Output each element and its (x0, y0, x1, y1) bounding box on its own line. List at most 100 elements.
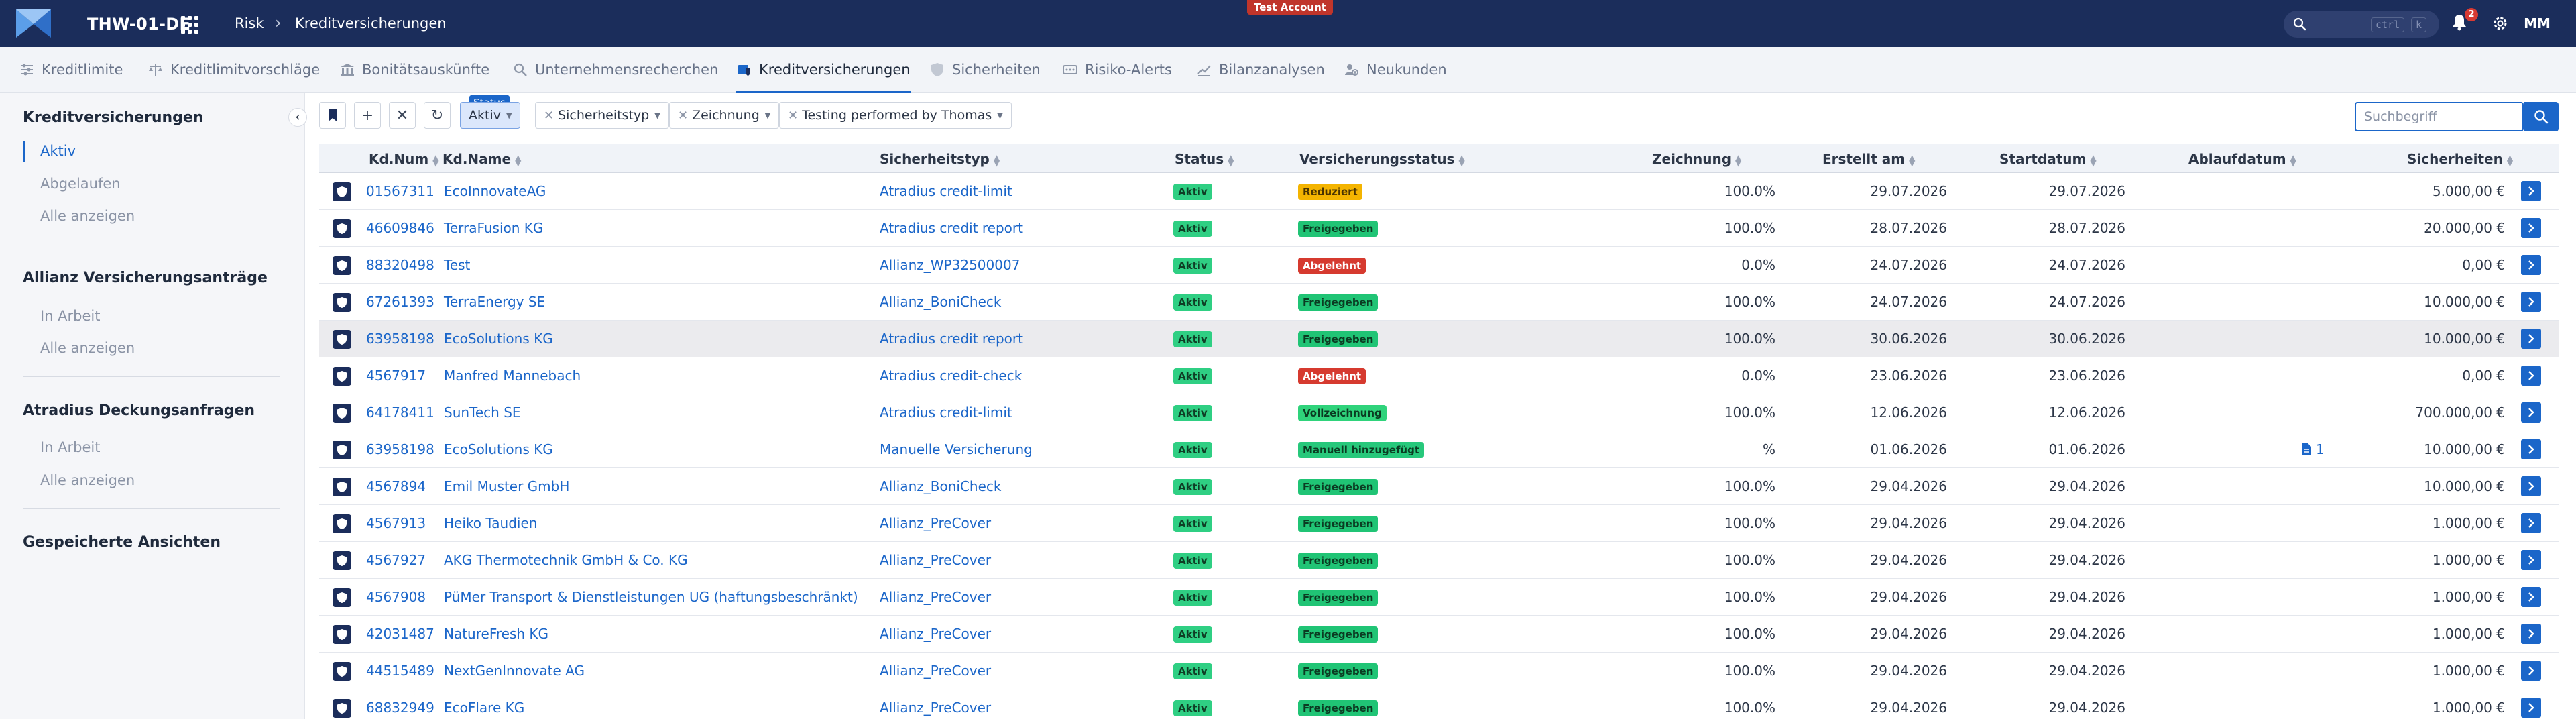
shield-icon[interactable] (333, 699, 351, 718)
open-detail-button[interactable] (2521, 402, 2541, 423)
sort-icon[interactable]: ▲ ▼ (2507, 154, 2513, 167)
app-logo-icon[interactable] (15, 8, 52, 39)
customer-name-link[interactable]: EcoFlare KG (444, 700, 524, 716)
shield-icon[interactable] (333, 219, 351, 238)
open-detail-button[interactable] (2521, 439, 2541, 459)
customer-number-link[interactable]: 4567917 (366, 368, 426, 384)
table-row[interactable]: 4567894 Emil Muster GmbH Allianz_BoniCheck… (319, 468, 2559, 505)
shield-icon[interactable] (333, 625, 351, 644)
table-row[interactable]: 64178411 SunTech SE Atradius credit-limit A… (319, 394, 2559, 431)
customer-number-link[interactable]: 63958198 (366, 441, 434, 457)
open-detail-button[interactable] (2521, 218, 2541, 238)
bookmark-button[interactable] (319, 102, 346, 129)
customer-number-link[interactable]: 63958198 (366, 331, 434, 347)
sidebar-item-alle-anzeigen[interactable]: Alle anzeigen (40, 472, 135, 488)
search-button[interactable] (2524, 102, 2559, 131)
sidebar-item-in-arbeit[interactable]: In Arbeit (40, 308, 101, 324)
sort-icon[interactable]: ▲ ▼ (1458, 154, 1464, 167)
customer-number-link[interactable]: 44515489 (366, 663, 434, 679)
shield-icon[interactable] (333, 551, 351, 570)
tab-sicherheiten[interactable]: Sicherheiten (929, 47, 1041, 93)
attachment-link[interactable]: 1 (2301, 441, 2325, 457)
customer-name-link[interactable]: TerraFusion KG (444, 220, 543, 236)
column-zeichnung[interactable]: Zeichnung ▲ ▼ (1652, 151, 1741, 167)
search-input[interactable] (2356, 103, 2522, 130)
customer-name-link[interactable]: Heiko Taudien (444, 515, 537, 531)
tab-kreditversicherungen[interactable]: Kreditversicherungen (736, 47, 911, 93)
customer-number-link[interactable]: 4567927 (366, 552, 426, 568)
shield-icon[interactable] (333, 367, 351, 386)
tab-bilanzanalysen[interactable]: Bilanzanalysen (1196, 47, 1325, 93)
shield-icon[interactable] (333, 588, 351, 607)
customer-name-link[interactable]: Manfred Mannebach (444, 368, 581, 384)
customer-name-link[interactable]: EcoInnovateAG (444, 183, 546, 199)
customer-name-link[interactable]: EcoSolutions KG (444, 441, 553, 457)
remove-filter-icon[interactable]: ✕ (678, 109, 688, 123)
customer-name-link[interactable]: SunTech SE (444, 404, 521, 421)
column-kdname[interactable]: Kd.Name ▲ ▼ (443, 151, 521, 167)
security-type-link[interactable]: Allianz_PreCover (880, 589, 991, 605)
security-type-link[interactable]: Atradius credit report (880, 331, 1023, 347)
collapse-sidebar-chevron-icon[interactable]: ‹ (288, 108, 307, 127)
open-detail-button[interactable] (2521, 587, 2541, 607)
shield-icon[interactable] (333, 293, 351, 312)
column-versicherungsstatus[interactable]: Versicherungsstatus ▲ ▼ (1299, 151, 1465, 167)
tab-risiko-alerts[interactable]: Risiko-Alerts (1062, 47, 1172, 93)
column-startdatum[interactable]: Startdatum ▲ ▼ (1999, 151, 2097, 167)
security-type-link[interactable]: Atradius credit-limit (880, 404, 1012, 421)
table-row[interactable]: 4567908 PüMer Transport & Dienstleistunge… (319, 579, 2559, 616)
tab-neukunden[interactable]: Neukunden (1344, 47, 1447, 93)
open-detail-button[interactable] (2521, 661, 2541, 681)
table-row[interactable]: 44515489 NextGenInnovate AG Allianz_PreCov… (319, 653, 2559, 689)
table-row[interactable]: 01567311 EcoInnovateAG Atradius credit-lim… (319, 173, 2559, 210)
sidebar-item-abgelaufen[interactable]: Abgelaufen (40, 176, 121, 192)
security-type-link[interactable]: Atradius credit-check (880, 368, 1022, 384)
open-detail-button[interactable] (2521, 513, 2541, 533)
security-type-link[interactable]: Allianz_BoniCheck (880, 294, 1002, 310)
open-detail-button[interactable] (2521, 181, 2541, 201)
security-type-link[interactable]: Atradius credit report (880, 220, 1023, 236)
tab-bonitaetsauskuenfte[interactable]: Bonitätsauskünfte (339, 47, 489, 93)
customer-number-link[interactable]: 67261393 (366, 294, 434, 310)
status-filter[interactable]: Aktiv ▼ (460, 102, 521, 129)
table-row[interactable]: 88320498 Test Allianz_WP32500007 Aktiv Abgel… (319, 247, 2559, 284)
sort-icon[interactable]: ▲ ▼ (1228, 154, 1234, 167)
security-type-link[interactable]: Allianz_PreCover (880, 626, 991, 642)
column-erstellt[interactable]: Erstellt am ▲ ▼ (1822, 151, 1915, 167)
customer-number-link[interactable]: 01567311 (366, 183, 434, 199)
shield-icon[interactable] (333, 478, 351, 496)
shield-icon[interactable] (333, 662, 351, 681)
customer-number-link[interactable]: 4567894 (366, 478, 426, 494)
shield-icon[interactable] (333, 330, 351, 349)
shield-icon[interactable] (333, 441, 351, 459)
sidebar-item-aktiv[interactable]: Aktiv (40, 143, 76, 159)
sort-icon[interactable]: ▲ ▼ (2090, 154, 2096, 167)
tab-kreditlimite[interactable]: Kreditlimite (19, 47, 123, 93)
add-button[interactable]: + (354, 102, 381, 129)
apps-grid-icon[interactable] (181, 16, 198, 34)
column-kdnum[interactable]: Kd.Num ▲ ▼ (369, 151, 438, 167)
customer-number-link[interactable]: 4567913 (366, 515, 426, 531)
security-type-link[interactable]: Allianz_PreCover (880, 515, 991, 531)
open-detail-button[interactable] (2521, 698, 2541, 718)
testing-filter[interactable]: ✕ Testing performed by Thomas ▼ (779, 102, 1012, 129)
security-type-link[interactable]: Atradius credit-limit (880, 183, 1012, 199)
global-search[interactable]: ctrl k (2284, 11, 2439, 38)
customer-number-link[interactable]: 4567908 (366, 589, 426, 605)
table-row[interactable]: 4567917 Manfred Mannebach Atradius credit-… (319, 357, 2559, 394)
table-row[interactable]: 67261393 TerraEnergy SE Allianz_BoniCheck A… (319, 284, 2559, 321)
open-detail-button[interactable] (2521, 292, 2541, 312)
shield-icon[interactable] (333, 256, 351, 275)
customer-name-link[interactable]: Emil Muster GmbH (444, 478, 569, 494)
customer-name-link[interactable]: Test (444, 257, 470, 273)
refresh-button[interactable]: ↻ (424, 102, 451, 129)
clear-button[interactable]: ✕ (389, 102, 416, 129)
open-detail-button[interactable] (2521, 366, 2541, 386)
sort-icon[interactable]: ▲ ▼ (515, 154, 521, 167)
sort-icon[interactable]: ▲ ▼ (1909, 154, 1915, 167)
security-type-link[interactable]: Allianz_PreCover (880, 552, 991, 568)
sidebar-item-alle-anzeigen[interactable]: Alle anzeigen (40, 340, 135, 356)
sidebar-item-in-arbeit[interactable]: In Arbeit (40, 439, 101, 455)
tab-unternehmensrecherchen[interactable]: Unternehmensrecherchen (512, 47, 718, 93)
table-row[interactable]: 4567927 AKG Thermotechnik GmbH & Co. KG Al… (319, 542, 2559, 579)
